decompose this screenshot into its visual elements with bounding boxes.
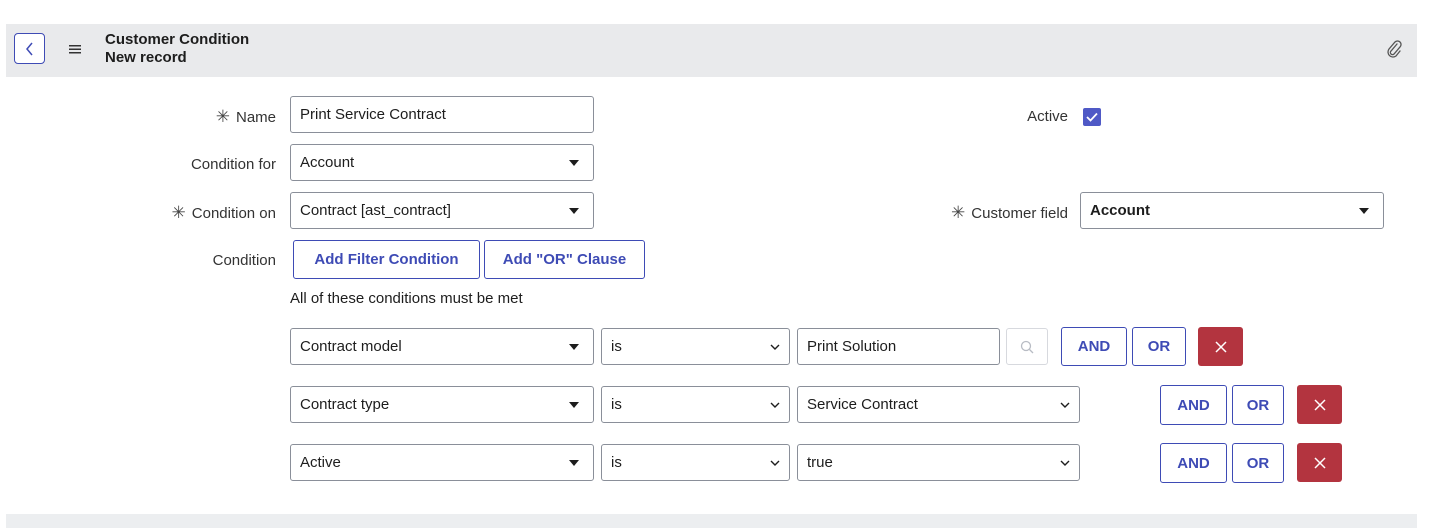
condition-on-label: ✳ Condition on <box>171 203 276 223</box>
checkmark-icon <box>1086 112 1098 122</box>
customer-field-label: ✳ Customer field <box>951 203 1068 223</box>
close-icon <box>1214 340 1227 353</box>
hamburger-menu-icon[interactable] <box>68 42 82 56</box>
and-button[interactable]: AND <box>1160 385 1227 425</box>
caret-down-icon <box>1359 208 1369 214</box>
condition-label: Condition <box>212 252 276 269</box>
required-star-icon: ✳ <box>215 107 230 126</box>
condition-field-select[interactable]: Active <box>290 444 594 481</box>
required-star-icon: ✳ <box>951 203 966 222</box>
condition-for-label: Condition for <box>190 156 276 173</box>
or-button[interactable]: OR <box>1232 443 1284 483</box>
chevron-down-icon <box>770 402 780 408</box>
or-button[interactable]: OR <box>1132 327 1186 366</box>
header-title-block: Customer Condition New record <box>105 31 249 67</box>
delete-condition-button[interactable] <box>1198 327 1243 366</box>
footer-bar <box>6 514 1417 528</box>
page-subtitle: New record <box>105 49 187 66</box>
caret-down-icon <box>569 160 579 166</box>
close-icon <box>1313 456 1326 469</box>
search-icon <box>1020 340 1034 353</box>
chevron-down-icon <box>770 460 780 466</box>
add-or-clause-button[interactable]: Add "OR" Clause <box>484 240 645 279</box>
condition-value-select[interactable]: Service Contract <box>797 386 1080 423</box>
condition-value-select[interactable]: true <box>797 444 1080 481</box>
caret-down-icon <box>569 460 579 466</box>
reference-lookup-button[interactable] <box>1006 328 1048 365</box>
or-button[interactable]: OR <box>1232 385 1284 425</box>
back-button[interactable] <box>14 33 45 64</box>
chevron-down-icon <box>1060 402 1070 408</box>
chevron-down-icon <box>1060 460 1070 466</box>
paperclip-icon[interactable] <box>1385 39 1403 59</box>
required-star-icon: ✳ <box>171 203 186 222</box>
condition-value-input[interactable]: Print Solution <box>797 328 1000 365</box>
delete-condition-button[interactable] <box>1297 443 1342 482</box>
condition-hint: All of these conditions must be met <box>290 290 523 307</box>
add-filter-condition-button[interactable]: Add Filter Condition <box>293 240 480 279</box>
condition-operator-select[interactable]: is <box>601 328 790 365</box>
back-chevron-icon <box>25 42 33 55</box>
condition-on-select[interactable]: Contract [ast_contract] <box>290 192 594 229</box>
chevron-down-icon <box>770 344 780 350</box>
delete-condition-button[interactable] <box>1297 385 1342 424</box>
name-label: ✳ Name <box>215 107 276 127</box>
form-header: Customer Condition New record <box>6 24 1417 77</box>
condition-field-select[interactable]: Contract type <box>290 386 594 423</box>
caret-down-icon <box>569 208 579 214</box>
and-button[interactable]: AND <box>1061 327 1127 366</box>
condition-for-select[interactable]: Account <box>290 144 594 181</box>
condition-field-select[interactable]: Contract model <box>290 328 594 365</box>
caret-down-icon <box>569 344 579 350</box>
condition-operator-select[interactable]: is <box>601 444 790 481</box>
page-title: Customer Condition <box>105 31 250 48</box>
close-icon <box>1313 398 1326 411</box>
caret-down-icon <box>569 402 579 408</box>
active-checkbox[interactable] <box>1083 108 1101 126</box>
active-label: Active <box>1027 108 1068 125</box>
and-button[interactable]: AND <box>1160 443 1227 483</box>
condition-operator-select[interactable]: is <box>601 386 790 423</box>
name-input[interactable]: Print Service Contract <box>290 96 594 133</box>
customer-field-select[interactable]: Account <box>1080 192 1384 229</box>
